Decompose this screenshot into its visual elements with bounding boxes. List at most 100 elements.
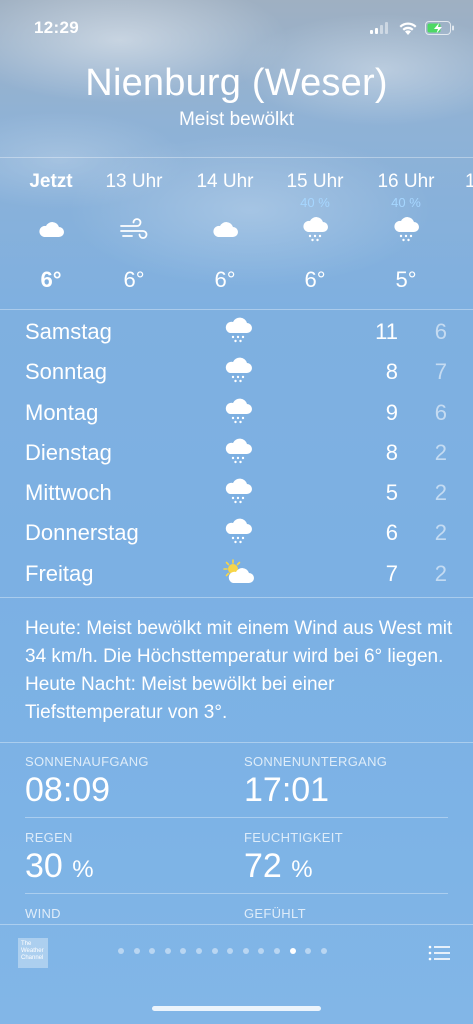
day-name: Montag bbox=[25, 399, 99, 425]
hour-label: 16 Uhr bbox=[377, 171, 435, 192]
precip-chance bbox=[11, 195, 91, 211]
rain-cloud-icon bbox=[225, 398, 252, 423]
rain-unit: % bbox=[72, 856, 94, 883]
low-temp: 2 bbox=[434, 520, 447, 546]
high-temp: 9 bbox=[385, 399, 398, 425]
forecast-summary: Heute: Meist bewölkt mit einem Wind aus … bbox=[25, 618, 453, 723]
daily-forecast: Samstag 11 6 Sonntag 8 7 Montag 9 6 Dien… bbox=[0, 312, 473, 594]
high-temp: 8 bbox=[385, 359, 398, 385]
location-header: Nienburg (Weser) Meist bewölkt bbox=[0, 62, 473, 131]
low-temp: 2 bbox=[434, 439, 447, 465]
high-temp: 5 bbox=[385, 480, 398, 506]
hourly-forecast[interactable]: Jetzt 6° 13 Uhr 6° 14 Uhr 6° 15 Uhr 40 %… bbox=[0, 160, 473, 308]
wifi-icon bbox=[399, 22, 417, 35]
daily-row: Freitag 7 2 bbox=[0, 554, 473, 594]
divider bbox=[0, 742, 473, 743]
rain-cell: REGEN 30 % bbox=[25, 830, 94, 886]
high-temp: 8 bbox=[385, 439, 398, 465]
page-indicator[interactable] bbox=[118, 948, 327, 958]
hour-label: Jetzt bbox=[29, 171, 73, 192]
low-temp: 2 bbox=[434, 480, 447, 506]
hour-label: 15 Uhr bbox=[286, 171, 344, 192]
precip-chance: 40 % bbox=[300, 195, 330, 210]
daily-row: Mittwoch 5 2 bbox=[0, 473, 473, 513]
humidity-value: 72 bbox=[244, 847, 282, 885]
sun-cloud-icon bbox=[223, 558, 254, 583]
daily-row: Sonntag 8 7 bbox=[0, 352, 473, 392]
page-dot[interactable] bbox=[242, 948, 249, 954]
precip-chance: 40 % bbox=[391, 195, 421, 210]
divider bbox=[25, 893, 448, 894]
humidity-unit: % bbox=[291, 856, 313, 883]
page-dot[interactable] bbox=[305, 948, 312, 954]
day-name: Freitag bbox=[25, 560, 94, 586]
high-temp: 11 bbox=[375, 319, 398, 344]
status-bar: 12:29 bbox=[0, 0, 473, 56]
day-name: Samstag bbox=[25, 319, 112, 344]
hour-column: 16 Uhr 40 % 5° bbox=[366, 160, 446, 293]
low-temp: 2 bbox=[434, 560, 447, 586]
low-temp: 6 bbox=[434, 319, 447, 344]
page-dot[interactable] bbox=[227, 948, 234, 954]
home-indicator[interactable] bbox=[152, 1006, 321, 1011]
hour-label: 14 Uhr bbox=[196, 171, 254, 192]
weather-channel-logo[interactable]: The Weather Channel bbox=[18, 938, 48, 968]
battery-charging-icon bbox=[425, 21, 454, 35]
detail-label: FEUCHTIGKEIT bbox=[244, 830, 343, 845]
hour-column: 14 Uhr 6° bbox=[185, 160, 265, 293]
hour-temp: 6° bbox=[304, 267, 326, 292]
cellular-signal-icon bbox=[370, 22, 388, 34]
divider bbox=[0, 157, 473, 158]
rain-value: 30 bbox=[25, 847, 63, 885]
divider bbox=[0, 597, 473, 598]
sunset-cell: SONNENUNTERGANG 17:01 bbox=[244, 754, 387, 810]
page-dot[interactable] bbox=[258, 948, 265, 954]
day-name: Donnerstag bbox=[25, 520, 139, 546]
detail-label: GEFÜHLT bbox=[244, 906, 306, 921]
page-dot[interactable] bbox=[149, 948, 156, 954]
current-condition: Meist bewölkt bbox=[178, 109, 295, 130]
cloud-icon bbox=[39, 222, 64, 237]
day-name: Mittwoch bbox=[25, 480, 112, 506]
page-dot[interactable] bbox=[320, 948, 327, 954]
daily-row: Montag 9 6 bbox=[0, 393, 473, 433]
wind-cell: WIND bbox=[25, 906, 61, 921]
divider bbox=[0, 309, 473, 310]
rain-cloud-icon bbox=[225, 317, 252, 343]
page-dot[interactable] bbox=[273, 948, 280, 954]
precip-chance bbox=[185, 195, 265, 211]
hour-column: Jetzt 6° bbox=[11, 160, 91, 293]
hour-column: 15 Uhr 40 % 6° bbox=[275, 160, 355, 293]
daily-row: Samstag 11 6 bbox=[0, 312, 473, 352]
page-dot[interactable] bbox=[195, 948, 202, 954]
detail-label: REGEN bbox=[25, 830, 73, 845]
humidity-cell: FEUCHTIGKEIT 72 % bbox=[244, 830, 343, 886]
hour-temp: 6° bbox=[40, 267, 62, 292]
page-dot[interactable] bbox=[133, 948, 140, 954]
hour-column: 13 Uhr 6° bbox=[94, 160, 174, 293]
city-name: Nienburg (Weser) bbox=[85, 62, 388, 104]
hour-temp: 5° bbox=[395, 267, 417, 292]
humidity-value-row: 72 % bbox=[244, 847, 343, 886]
page-dot[interactable] bbox=[211, 948, 218, 954]
hour-column: 1 bbox=[457, 160, 473, 195]
sunrise-cell: SONNENAUFGANG 08:09 bbox=[25, 754, 149, 810]
hour-label: 13 Uhr bbox=[105, 171, 163, 192]
hour-label: 1 bbox=[465, 171, 473, 192]
hour-temp: 6° bbox=[123, 267, 145, 292]
day-name: Sonntag bbox=[25, 359, 107, 385]
page-dot-active[interactable] bbox=[289, 948, 296, 954]
rain-cloud-icon bbox=[225, 478, 252, 504]
page-dot[interactable] bbox=[118, 948, 124, 954]
rain-cloud-icon bbox=[225, 357, 252, 383]
hour-temp: 6° bbox=[214, 267, 236, 292]
page-dot[interactable] bbox=[164, 948, 171, 954]
divider bbox=[25, 817, 448, 818]
city-list-icon[interactable] bbox=[428, 944, 450, 962]
page-dot[interactable] bbox=[180, 948, 187, 954]
cloud-icon bbox=[213, 222, 238, 237]
detail-label: WIND bbox=[25, 906, 61, 921]
rain-cloud-icon bbox=[394, 217, 419, 242]
sunrise-value: 08:09 bbox=[25, 771, 111, 809]
detail-label: SONNENAUFGANG bbox=[25, 754, 149, 769]
